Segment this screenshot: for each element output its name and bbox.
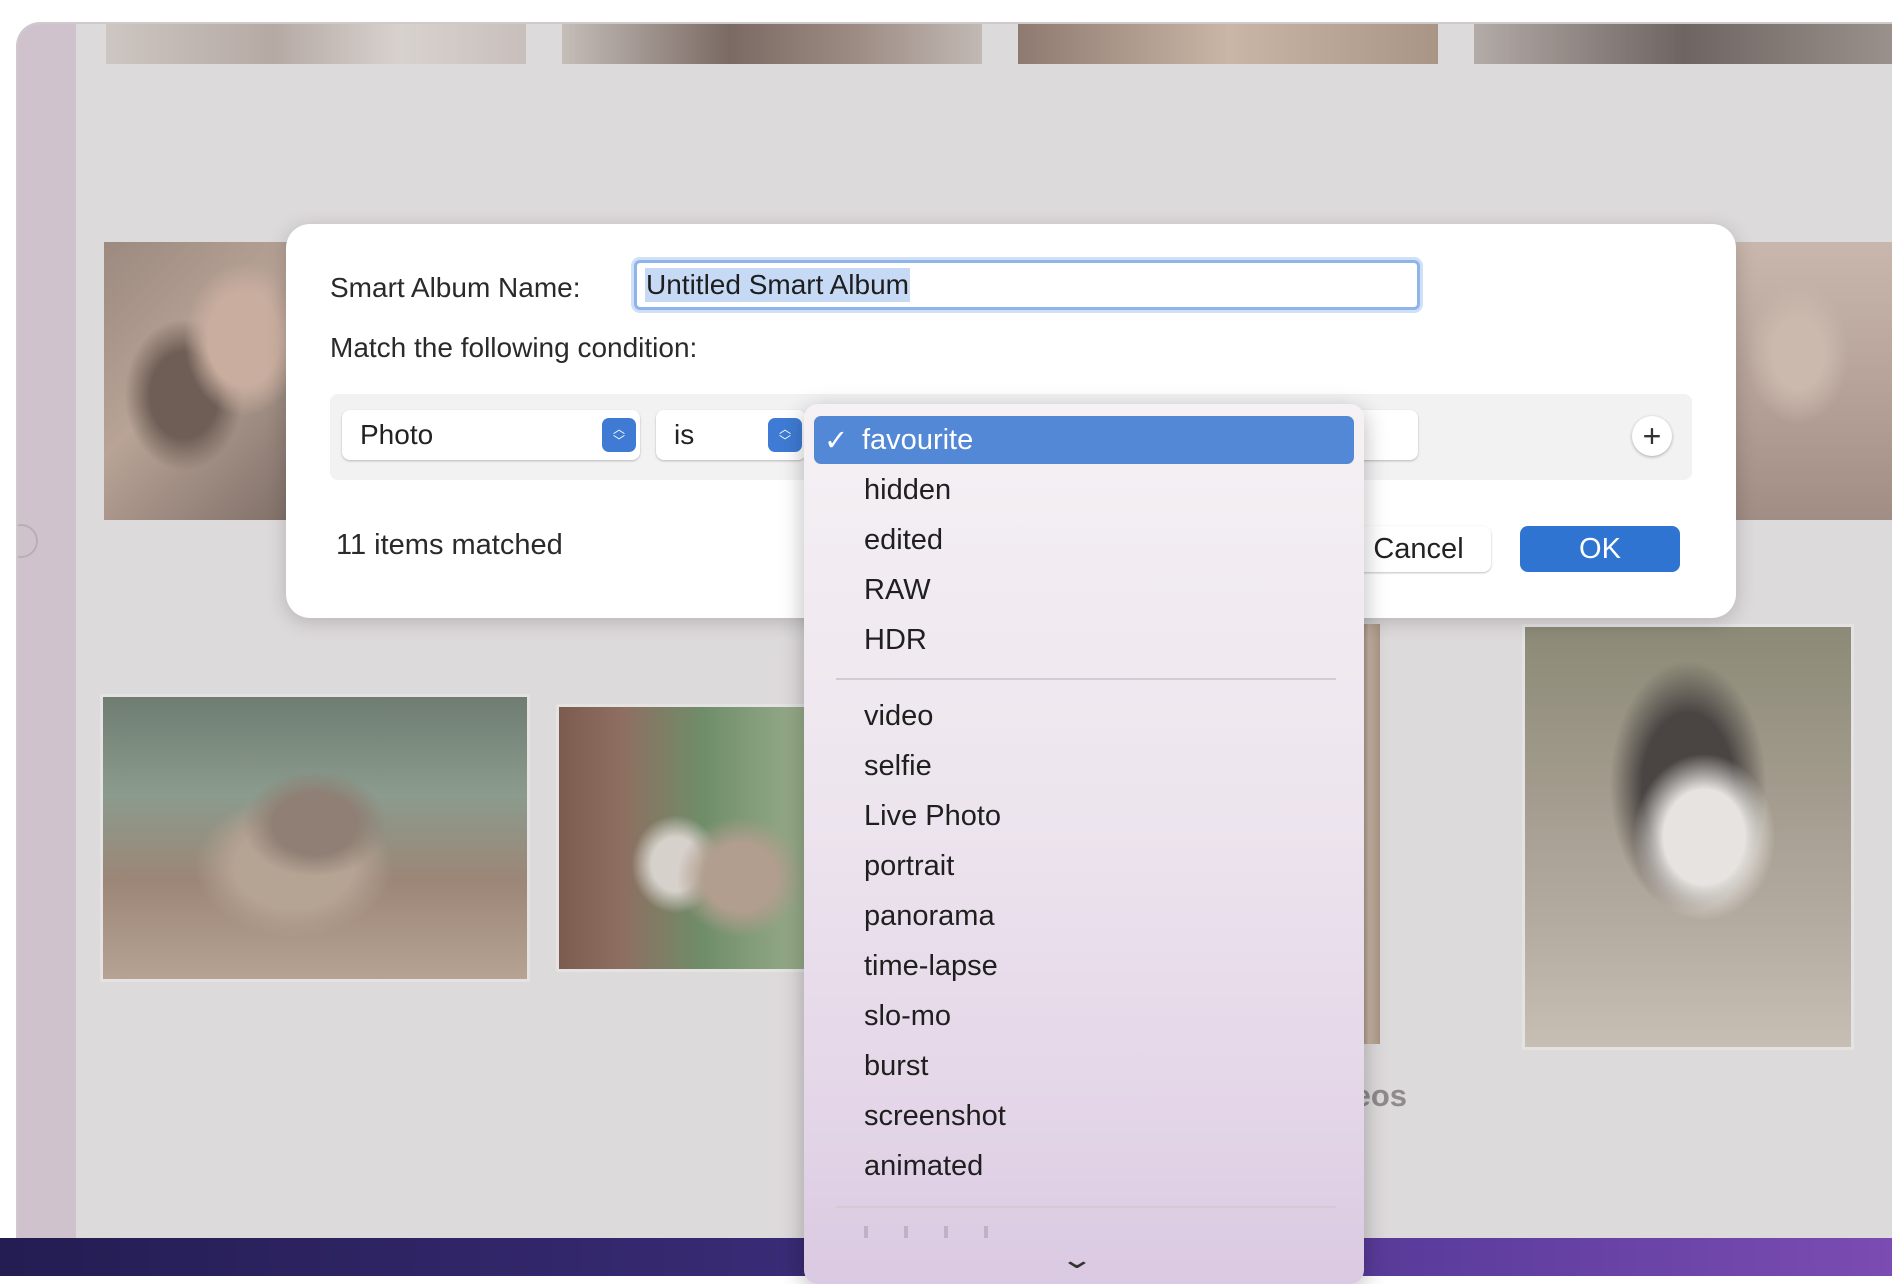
menu-item-live-photo[interactable]: Live Photo — [814, 792, 1354, 840]
menu-item-favourite[interactable]: ✓ favourite — [814, 416, 1354, 464]
photo-thumbnail-cat[interactable] — [100, 694, 530, 982]
cancel-button[interactable]: Cancel — [1346, 526, 1491, 572]
photo-thumbnail[interactable] — [1018, 24, 1438, 64]
menu-item-animated[interactable]: animated — [814, 1142, 1354, 1190]
menu-item-slo-mo[interactable]: slo-mo — [814, 992, 1354, 1040]
photo-thumbnail[interactable] — [1474, 24, 1892, 64]
smart-album-name-value: Untitled Smart Album — [645, 268, 910, 302]
menu-item-time-lapse[interactable]: time-lapse — [814, 942, 1354, 990]
menu-item-video[interactable]: video — [814, 692, 1354, 740]
photo-thumbnail[interactable] — [1718, 242, 1892, 520]
photo-thumbnail[interactable] — [562, 24, 982, 64]
photo-thumbnail[interactable] — [104, 242, 304, 520]
smart-album-name-label: Smart Album Name: — [330, 272, 581, 303]
add-condition-button[interactable]: + — [1632, 416, 1672, 456]
condition-value-menu: ✓ favourite hidden edited RAW HDR video s… — [804, 404, 1364, 1284]
menu-item-hidden[interactable]: hidden — [814, 466, 1354, 514]
smart-album-name-input[interactable]: Untitled Smart Album — [634, 260, 1420, 310]
condition-field-popup[interactable]: Photo ︿ ﹀ — [342, 410, 640, 460]
menu-item-panorama[interactable]: panorama — [814, 892, 1354, 940]
menu-item-raw[interactable]: RAW — [814, 566, 1354, 614]
condition-field-value: Photo — [360, 419, 434, 450]
menu-item-hdr[interactable]: HDR — [814, 616, 1354, 664]
photo-thumbnail-cat[interactable] — [1522, 624, 1854, 1050]
photo-thumbnail[interactable] — [106, 24, 526, 64]
menu-item-burst[interactable]: burst — [814, 1042, 1354, 1090]
sidebar — [18, 24, 76, 1274]
updown-arrows-icon: ︿ ﹀ — [602, 418, 636, 452]
condition-operator-popup[interactable]: is ︿ ﹀ — [656, 410, 806, 460]
checkmark-icon: ✓ — [824, 424, 849, 457]
menu-item-portrait[interactable]: portrait — [814, 842, 1354, 890]
photo-thumbnail-cat[interactable] — [556, 704, 822, 972]
menu-item-screenshot[interactable]: screenshot — [814, 1092, 1354, 1140]
menu-item-selfie[interactable]: selfie — [814, 742, 1354, 790]
menu-item-partially-hidden — [864, 1226, 1024, 1238]
updown-arrows-icon: ︿ ﹀ — [768, 418, 802, 452]
condition-operator-value: is — [674, 419, 695, 450]
menu-separator — [836, 678, 1336, 680]
match-condition-label: Match the following condition: — [330, 332, 698, 363]
items-matched-count: 11 items matched — [336, 529, 563, 561]
menu-item-edited[interactable]: edited — [814, 516, 1354, 564]
menu-separator — [836, 1206, 1336, 1208]
menu-scroll-down-icon[interactable]: ⌄ — [1059, 1244, 1094, 1275]
ok-button[interactable]: OK — [1520, 526, 1680, 572]
